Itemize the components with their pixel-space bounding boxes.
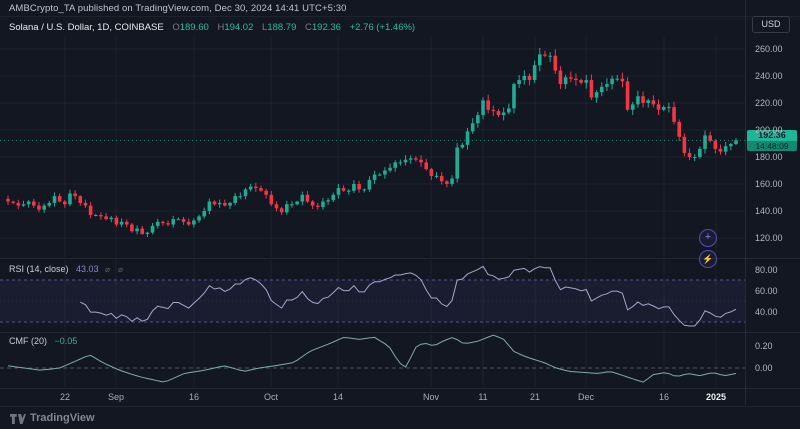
cmf-value: −0.05 [55, 336, 78, 346]
time-axis[interactable]: 22 Sep 16 Oct 14 Nov 11 21 Dec 16 2025 [0, 389, 745, 405]
time-axis-label: 21 [530, 392, 540, 402]
time-axis-label: Oct [264, 392, 278, 402]
publish-bar: AMBCrypto_TA published on TradingView.co… [0, 0, 800, 17]
time-axis-label: 22 [60, 392, 70, 402]
time-axis-label: Sep [108, 392, 124, 402]
boost-button[interactable]: ⚡ [699, 250, 717, 268]
pane-separator[interactable] [0, 332, 800, 333]
time-axis-label: 14 [333, 392, 343, 402]
price-axis-tick: 220.00 [755, 98, 783, 108]
change-value: +2.76 (+1.46%) [350, 22, 416, 33]
price-axis-tick: 160.00 [755, 179, 783, 189]
ohlc-open-value: 189.60 [180, 22, 209, 33]
cmf-axis-tick: 0.00 [755, 363, 773, 373]
cmf-line [8, 335, 736, 382]
cmf-pane[interactable] [0, 334, 745, 386]
cmf-axis-tick: 0.20 [755, 341, 773, 351]
price-axis-tick: 200.00 [755, 125, 783, 135]
price-axis-divider [745, 0, 746, 405]
bar-countdown: 14:48:09 [747, 141, 797, 151]
price-axis-tick: 120.00 [755, 233, 783, 243]
time-axis-label: 16 [659, 392, 669, 402]
price-axis-tick: 180.00 [755, 152, 783, 162]
rsi-axis-tick: 40.00 [755, 307, 778, 317]
publish-line: AMBCrypto_TA published on TradingView.co… [9, 3, 347, 14]
ohlc-high-value: 194.02 [224, 22, 253, 33]
time-axis-label: 11 [478, 392, 487, 402]
indicator-toggle-icons[interactable]: ⌀ ⌀ [105, 265, 126, 274]
pane-separator[interactable] [0, 258, 800, 259]
add-button[interactable]: + [699, 229, 717, 247]
ohlc-open-label: O [172, 22, 179, 33]
price-axis-tick: 140.00 [755, 206, 783, 216]
time-axis-label: Dec [578, 392, 594, 402]
rsi-axis-tick: 80.00 [755, 265, 778, 275]
footer-bar: TradingView [0, 406, 800, 429]
cmf-name: CMF (20) [9, 336, 47, 346]
symbol-title[interactable]: Solana / U.S. Dollar, 1D, COINBASE [9, 22, 164, 33]
price-axis-tick: 260.00 [755, 44, 783, 54]
rsi-axis-tick: 60.00 [755, 286, 778, 296]
time-axis-label: Nov [423, 392, 439, 402]
rsi-name: RSI (14, close) [9, 264, 69, 274]
price-axis-tick: 240.00 [755, 71, 783, 81]
symbol-bar: Solana / U.S. Dollar, 1D, COINBASE O189.… [9, 22, 415, 36]
cmf-indicator-label[interactable]: CMF (20) −0.05 [9, 336, 77, 346]
tradingview-brand[interactable]: TradingView [30, 412, 95, 424]
tradingview-snapshot: AMBCrypto_TA published on TradingView.co… [0, 0, 800, 429]
time-axis-label: 2025 [706, 392, 726, 402]
ohlc-close-value: 192.36 [312, 22, 341, 33]
rsi-value: 43.03 [76, 264, 99, 274]
ohlc-low-value: 188.79 [267, 22, 296, 33]
currency-toggle-button[interactable]: USD [752, 16, 790, 33]
tradingview-logo-icon[interactable] [10, 413, 26, 425]
price-pane[interactable] [0, 36, 745, 258]
time-axis-label: 16 [189, 392, 199, 402]
plus-icon: + [705, 231, 711, 243]
lightning-icon: ⚡ [702, 254, 713, 264]
ohlc-close-label: C [305, 22, 312, 33]
rsi-indicator-label[interactable]: RSI (14, close) 43.03 ⌀ ⌀ [9, 264, 126, 274]
price-axis[interactable]: USD 192.36 14:48:09 260.00240.00220.0020… [746, 0, 800, 405]
